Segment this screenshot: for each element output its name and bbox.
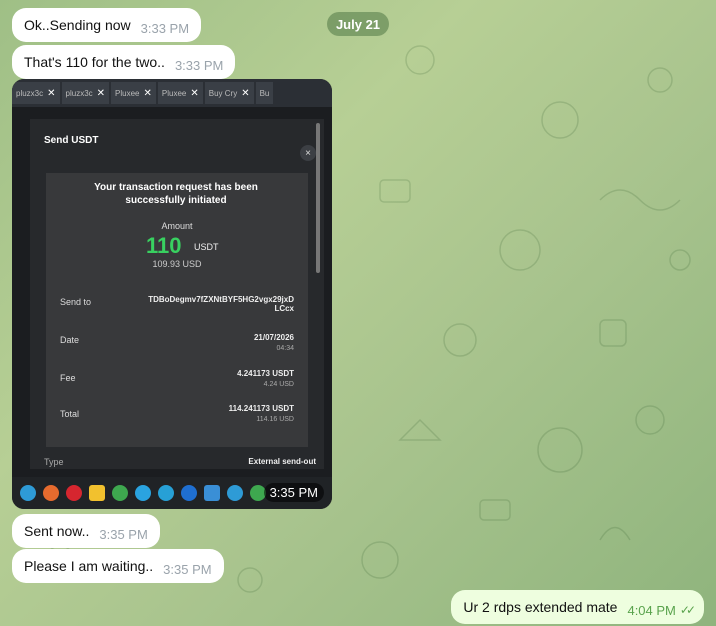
send-to-address: TDBoDegmv7fZXNtBYF5HG2vgx29jxD LCcx bbox=[148, 295, 294, 313]
date-value: 21/07/2026 bbox=[253, 333, 294, 342]
amount-value: 110 bbox=[146, 233, 182, 258]
edge-icon bbox=[20, 485, 36, 501]
date-separator: July 21 bbox=[327, 12, 389, 36]
message-bubble[interactable]: Ok..Sending now 3:33 PM bbox=[12, 8, 202, 42]
message-bubble[interactable]: Please I am waiting.. 3:35 PM bbox=[12, 549, 224, 583]
send-usdt-dialog: Send USDT × Your transaction request has… bbox=[30, 119, 324, 469]
close-icon: × bbox=[300, 145, 316, 161]
edge-icon bbox=[158, 485, 174, 501]
message-text: That's 110 for the two.. bbox=[24, 54, 165, 70]
telegram-icon bbox=[135, 485, 151, 501]
photo-message[interactable]: pluzx3c ✕ pluzx3c ✕ Pluxee ✕ Pluxee ✕ Buy Cr… bbox=[12, 79, 332, 509]
amount-usd: 109.93 USD bbox=[152, 259, 202, 269]
message-text: Ok..Sending now bbox=[24, 17, 131, 33]
opera-icon bbox=[66, 485, 82, 501]
message-text: Sent now.. bbox=[24, 523, 90, 539]
browser-tab: Buy Cry ✕ bbox=[204, 82, 254, 104]
browser-tab: pluzx3c ✕ bbox=[61, 82, 110, 104]
date-time: 04:34 bbox=[276, 345, 294, 352]
type-label: Type bbox=[44, 457, 64, 467]
message-bubble[interactable]: That's 110 for the two.. 3:33 PM bbox=[12, 45, 236, 79]
message-text: Ur 2 rdps extended mate bbox=[463, 599, 618, 615]
double-check-icon: ✓✓ bbox=[679, 603, 696, 617]
notes-icon bbox=[204, 485, 220, 501]
browser-tab-strip: pluzx3c ✕ pluzx3c ✕ Pluxee ✕ Pluxee ✕ Buy Cr… bbox=[12, 79, 332, 107]
photo-time: 3:35 PM bbox=[263, 483, 324, 502]
message-time: 3:35 PM bbox=[99, 526, 148, 542]
total-value: 114.241173 USDT bbox=[228, 404, 294, 413]
dialog-title: Send USDT bbox=[44, 135, 99, 146]
app-icon bbox=[181, 485, 197, 501]
date-label: Date bbox=[60, 335, 80, 345]
browser-tab: Pluxee ✕ bbox=[157, 82, 203, 104]
message-bubble[interactable]: Sent now.. 3:35 PM bbox=[12, 514, 160, 548]
message-text: Please I am waiting.. bbox=[24, 558, 154, 574]
outgoing-message-bubble[interactable]: Ur 2 rdps extended mate 4:04 PM ✓✓ bbox=[451, 590, 704, 624]
folder-icon bbox=[89, 485, 105, 501]
dialog-scrollbar bbox=[316, 123, 320, 273]
fee-value: 4.241173 USDT bbox=[237, 369, 294, 378]
send-to-label: Send to bbox=[60, 297, 92, 307]
amount-label: Amount bbox=[161, 221, 193, 231]
chrome-icon bbox=[112, 485, 128, 501]
firefox-icon bbox=[43, 485, 59, 501]
browser-tab: Bu bbox=[255, 82, 274, 104]
browser-tab: pluzx3c ✕ bbox=[12, 82, 60, 104]
total-label: Total bbox=[60, 409, 80, 419]
total-usd: 114.16 USD bbox=[256, 416, 294, 423]
fee-label: Fee bbox=[60, 373, 76, 383]
status-message: Your transaction request has been succes… bbox=[94, 182, 258, 206]
message-time: 4:04 PM bbox=[627, 602, 676, 618]
message-time: 3:35 PM bbox=[163, 561, 212, 577]
browser-icon bbox=[227, 485, 243, 501]
type-value: External send-out bbox=[248, 457, 316, 466]
fee-usd: 4.24 USD bbox=[263, 381, 294, 388]
message-time: 3:33 PM bbox=[174, 57, 224, 73]
transaction-card: Your transaction request has been succes… bbox=[46, 173, 308, 447]
browser-tab: Pluxee ✕ bbox=[111, 82, 156, 104]
amount-currency: USDT bbox=[194, 242, 219, 252]
message-time: 3:33 PM bbox=[140, 20, 190, 36]
